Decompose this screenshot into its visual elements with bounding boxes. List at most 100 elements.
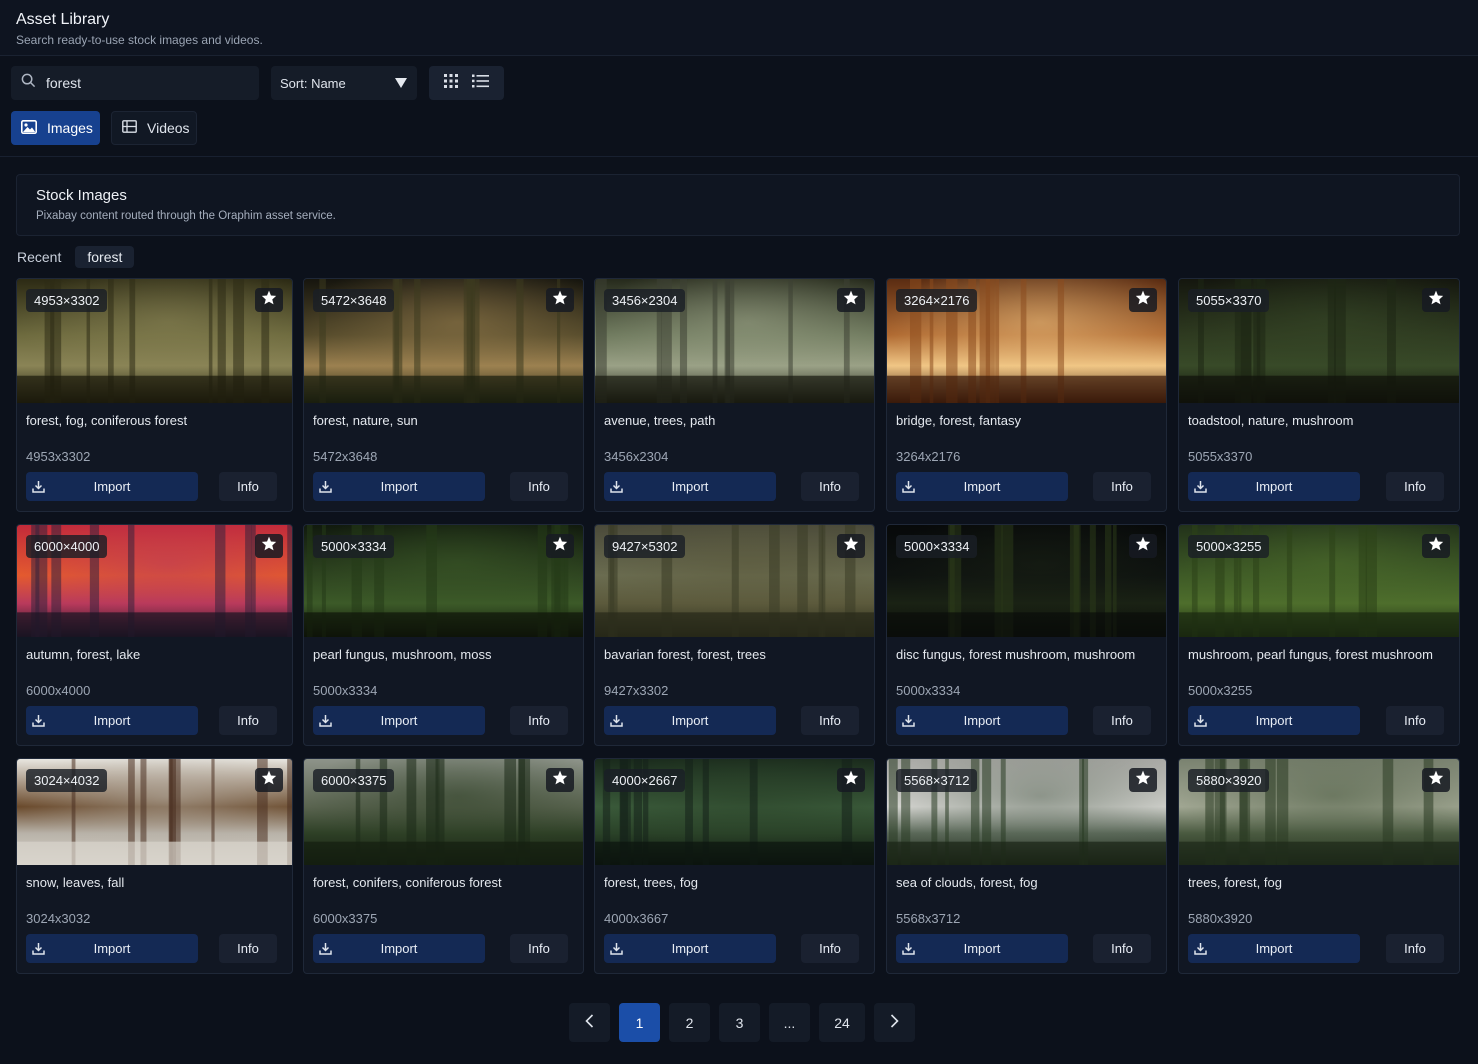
import-button[interactable]: Import [896, 472, 1068, 501]
grid-view-icon[interactable] [444, 73, 458, 93]
image-card[interactable]: 5000×3255 mushroom, pearl fungus, forest… [1178, 524, 1460, 746]
favorite-button[interactable] [1129, 288, 1157, 312]
import-button[interactable]: Import [313, 706, 485, 735]
card-dimensions: 3456x2304 [604, 449, 669, 464]
dimension-badge: 5000×3334 [313, 535, 395, 558]
page-button-24[interactable]: 24 [819, 1003, 865, 1042]
image-card[interactable]: 5055×3370 toadstool, nature, mushroom 50… [1178, 278, 1460, 512]
favorite-button[interactable] [255, 768, 283, 792]
card-title: autumn, forest, lake [26, 647, 141, 662]
import-button[interactable]: Import [313, 472, 485, 501]
favorite-button[interactable] [546, 288, 574, 312]
image-card[interactable]: 5000×3334 pearl fungus, mushroom, moss 5… [303, 524, 584, 746]
info-button[interactable]: Info [510, 706, 568, 735]
star-icon [1428, 770, 1444, 790]
prev-page-button[interactable] [569, 1003, 610, 1042]
page-button-1[interactable]: 1 [619, 1003, 660, 1042]
tab-videos[interactable]: Videos [111, 111, 197, 145]
info-button[interactable]: Info [219, 706, 277, 735]
image-card[interactable]: 3456×2304 avenue, trees, path 3456x2304 … [594, 278, 875, 512]
favorite-button[interactable] [546, 768, 574, 792]
info-button[interactable]: Info [801, 472, 859, 501]
star-icon [552, 536, 568, 556]
next-page-button[interactable] [874, 1003, 915, 1042]
import-button[interactable]: Import [1188, 706, 1360, 735]
favorite-button[interactable] [1129, 768, 1157, 792]
card-dimensions: 4000x3667 [604, 911, 669, 926]
star-icon [1135, 770, 1151, 790]
import-button[interactable]: Import [604, 934, 776, 963]
card-dimensions: 4953x3302 [26, 449, 91, 464]
section-title: Stock Images [36, 187, 127, 204]
favorite-button[interactable] [255, 534, 283, 558]
info-button[interactable]: Info [1093, 472, 1151, 501]
list-view-icon[interactable] [472, 74, 489, 93]
chevron-left-icon [585, 1014, 594, 1031]
page-button-2[interactable]: 2 [669, 1003, 710, 1042]
card-title: avenue, trees, path [604, 413, 716, 428]
info-button[interactable]: Info [510, 472, 568, 501]
card-title: mushroom, pearl fungus, forest mushroom [1188, 647, 1433, 662]
favorite-button[interactable] [1422, 288, 1450, 312]
info-button[interactable]: Info [510, 934, 568, 963]
import-button[interactable]: Import [896, 934, 1068, 963]
favorite-button[interactable] [837, 534, 865, 558]
import-button[interactable]: Import [26, 472, 198, 501]
dimension-badge: 5000×3334 [896, 535, 978, 558]
image-card[interactable]: 4953×3302 forest, fog, coniferous forest… [16, 278, 293, 512]
favorite-button[interactable] [1422, 534, 1450, 558]
favorite-button[interactable] [255, 288, 283, 312]
info-button[interactable]: Info [1386, 706, 1444, 735]
import-button[interactable]: Import [604, 472, 776, 501]
filter-recent[interactable]: Recent [17, 249, 61, 265]
info-button[interactable]: Info [219, 934, 277, 963]
favorite-button[interactable] [1422, 768, 1450, 792]
import-button[interactable]: Import [26, 934, 198, 963]
card-title: pearl fungus, mushroom, moss [313, 647, 492, 662]
import-button[interactable]: Import [1188, 472, 1360, 501]
favorite-button[interactable] [1129, 534, 1157, 558]
image-card[interactable]: 5472×3648 forest, nature, sun 5472x3648 … [303, 278, 584, 512]
sort-dropdown[interactable]: Sort: Name [271, 66, 417, 100]
search-input[interactable] [46, 75, 236, 91]
download-icon [610, 942, 623, 958]
card-title: forest, trees, fog [604, 875, 698, 890]
import-button[interactable]: Import [313, 934, 485, 963]
download-icon [32, 480, 45, 496]
section-subtitle: Pixabay content routed through the Oraph… [36, 210, 336, 222]
image-card[interactable]: 3024×4032 snow, leaves, fall 3024x3032 I… [16, 758, 293, 974]
tab-images[interactable]: Images [11, 111, 100, 145]
download-icon [902, 942, 915, 958]
image-card[interactable]: 5880×3920 trees, forest, fog 5880x3920 I… [1178, 758, 1460, 974]
image-card[interactable]: 5000×3334 disc fungus, forest mushroom, … [886, 524, 1167, 746]
image-card[interactable]: 4000×2667 forest, trees, fog 4000x3667 I… [594, 758, 875, 974]
info-button[interactable]: Info [1386, 472, 1444, 501]
image-card[interactable]: 3264×2176 bridge, forest, fantasy 3264x2… [886, 278, 1167, 512]
favorite-button[interactable] [546, 534, 574, 558]
favorite-button[interactable] [837, 288, 865, 312]
import-button[interactable]: Import [896, 706, 1068, 735]
info-button[interactable]: Info [1093, 934, 1151, 963]
card-title: snow, leaves, fall [26, 875, 125, 890]
import-button[interactable]: Import [604, 706, 776, 735]
info-button[interactable]: Info [801, 934, 859, 963]
card-title: forest, fog, coniferous forest [26, 413, 188, 428]
caret-down-icon [395, 76, 407, 91]
image-card[interactable]: 9427×5302 bavarian forest, forest, trees… [594, 524, 875, 746]
info-button[interactable]: Info [1386, 934, 1444, 963]
info-button[interactable]: Info [219, 472, 277, 501]
dimension-badge: 4953×3302 [26, 289, 108, 312]
page-button-3[interactable]: 3 [719, 1003, 760, 1042]
info-button[interactable]: Info [1093, 706, 1151, 735]
import-button[interactable]: Import [1188, 934, 1360, 963]
tab-videos-label: Videos [147, 120, 190, 136]
info-label: Info [1404, 479, 1426, 494]
filter-chip-forest[interactable]: forest [75, 246, 135, 268]
favorite-button[interactable] [837, 768, 865, 792]
image-card[interactable]: 6000×4000 autumn, forest, lake 6000x4000… [16, 524, 293, 746]
image-card[interactable]: 6000×3375 forest, conifers, coniferous f… [303, 758, 584, 974]
info-button[interactable]: Info [801, 706, 859, 735]
import-button[interactable]: Import [26, 706, 198, 735]
image-card[interactable]: 5568×3712 sea of clouds, forest, fog 556… [886, 758, 1167, 974]
search-box[interactable] [11, 66, 259, 100]
